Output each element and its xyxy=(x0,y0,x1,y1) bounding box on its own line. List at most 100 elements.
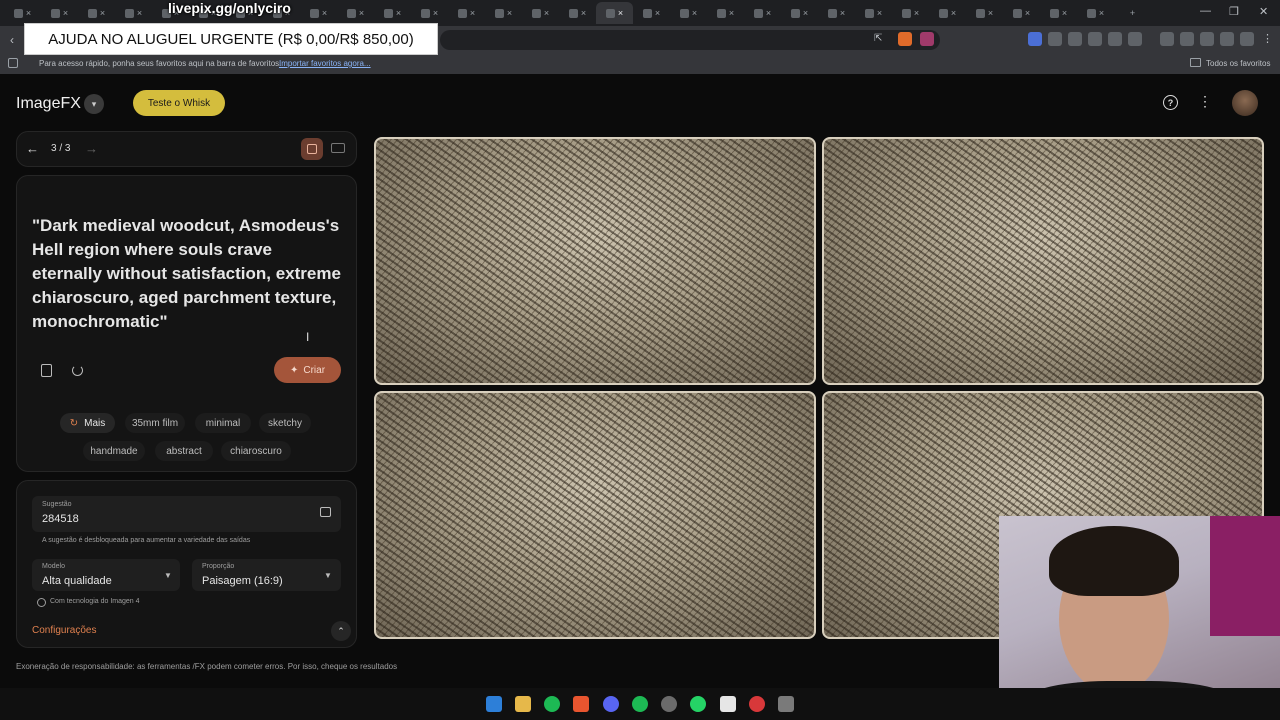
tab-close-icon[interactable]: × xyxy=(433,8,438,18)
generated-image-2[interactable] xyxy=(822,137,1264,385)
brave-shield-icon[interactable] xyxy=(898,32,912,46)
browser-tab[interactable]: × xyxy=(4,2,41,24)
browser-tab[interactable]: × xyxy=(929,2,966,24)
browser-tab[interactable]: × xyxy=(818,2,855,24)
extension-icon[interactable] xyxy=(1028,32,1042,46)
browser-tab[interactable]: × xyxy=(411,2,448,24)
new-tab-button[interactable]: + xyxy=(1114,2,1151,24)
tab-close-icon[interactable]: × xyxy=(322,8,327,18)
extension-icon[interactable] xyxy=(1048,32,1062,46)
tab-close-icon[interactable]: × xyxy=(618,8,623,18)
browser-tab[interactable]: × xyxy=(115,2,152,24)
spotify-icon[interactable] xyxy=(632,696,648,712)
tab-close-icon[interactable]: × xyxy=(988,8,993,18)
suggestion-chip[interactable]: chiaroscuro xyxy=(221,441,291,461)
browser-tab[interactable]: × xyxy=(670,2,707,24)
chevron-expand-icon[interactable]: ⌃ xyxy=(331,621,351,641)
share-icon[interactable]: ⇱ xyxy=(874,33,882,44)
create-button[interactable]: ✦ Criar xyxy=(274,357,341,383)
start-menu-icon[interactable] xyxy=(486,696,502,712)
tab-close-icon[interactable]: × xyxy=(729,8,734,18)
brave-rewards-icon[interactable] xyxy=(920,32,934,46)
file-explorer-icon[interactable] xyxy=(515,696,531,712)
tab-close-icon[interactable]: × xyxy=(655,8,660,18)
calculator-icon[interactable] xyxy=(778,696,794,712)
tab-close-icon[interactable]: × xyxy=(100,8,105,18)
browser-tab[interactable]: × xyxy=(633,2,670,24)
browser-tab[interactable]: × xyxy=(781,2,818,24)
capcut-icon[interactable] xyxy=(720,696,736,712)
browser-menu-icon[interactable]: ⋮ xyxy=(1262,32,1273,45)
browser-tab[interactable]: × xyxy=(892,2,929,24)
try-whisk-button[interactable]: Teste o Whisk xyxy=(133,90,225,116)
tab-close-icon[interactable]: × xyxy=(840,8,845,18)
brave-browser-icon[interactable] xyxy=(573,696,589,712)
prompt-text[interactable]: "Dark medieval woodcut, Asmodeus's Hell … xyxy=(32,214,342,334)
tab-close-icon[interactable]: × xyxy=(692,8,697,18)
chevron-down-icon[interactable]: ▼ xyxy=(324,571,332,580)
browser-tab[interactable]: × xyxy=(522,2,559,24)
browser-tab[interactable]: × xyxy=(1040,2,1077,24)
suggestion-chip[interactable]: handmade xyxy=(83,441,145,461)
seed-value[interactable]: 284518 xyxy=(42,513,79,525)
discord-icon[interactable] xyxy=(603,696,619,712)
browser-tab[interactable]: × xyxy=(41,2,78,24)
extension-icon[interactable] xyxy=(1128,32,1142,46)
arrow-left-icon[interactable]: ← xyxy=(26,141,39,156)
browser-tab[interactable]: × xyxy=(337,2,374,24)
minimize-icon[interactable]: — xyxy=(1200,5,1211,17)
browser-tab[interactable]: × xyxy=(744,2,781,24)
avatar[interactable] xyxy=(1232,90,1258,116)
close-window-icon[interactable]: ✕ xyxy=(1259,5,1268,18)
maximize-icon[interactable]: ❐ xyxy=(1229,5,1239,18)
tab-close-icon[interactable]: × xyxy=(137,8,142,18)
tab-close-icon[interactable]: × xyxy=(359,8,364,18)
help-icon[interactable]: ? xyxy=(1163,95,1178,110)
all-favorites-button[interactable]: Todos os favoritos xyxy=(1206,59,1270,68)
more-options-icon[interactable]: ⋮ xyxy=(1198,93,1212,110)
browser-tab-active[interactable]: × xyxy=(596,2,633,24)
tab-close-icon[interactable]: × xyxy=(877,8,882,18)
import-bookmarks-link[interactable]: Importar favoritos agora... xyxy=(279,59,371,68)
copy-icon[interactable] xyxy=(41,364,52,377)
extension-icon[interactable] xyxy=(1088,32,1102,46)
tab-close-icon[interactable]: × xyxy=(26,8,31,18)
generated-image-1[interactable] xyxy=(374,137,816,385)
tab-close-icon[interactable]: × xyxy=(544,8,549,18)
browser-tab[interactable]: × xyxy=(448,2,485,24)
back-icon[interactable]: ‹ xyxy=(10,33,14,47)
tab-close-icon[interactable]: × xyxy=(1062,8,1067,18)
tab-close-icon[interactable]: × xyxy=(581,8,586,18)
tab-close-icon[interactable]: × xyxy=(396,8,401,18)
tab-close-icon[interactable]: × xyxy=(507,8,512,18)
wallet-icon[interactable] xyxy=(1200,32,1214,46)
settings-app-icon[interactable] xyxy=(661,696,677,712)
browser-tab[interactable]: × xyxy=(485,2,522,24)
chevron-down-icon[interactable]: ▼ xyxy=(164,571,172,580)
suggestion-chip[interactable]: sketchy xyxy=(259,413,311,433)
browser-tab[interactable]: × xyxy=(1077,2,1114,24)
extension-icon[interactable] xyxy=(1068,32,1082,46)
browser-tab[interactable]: × xyxy=(78,2,115,24)
single-view-icon[interactable] xyxy=(331,143,345,153)
browser-tab[interactable]: × xyxy=(966,2,1003,24)
extension-icon[interactable] xyxy=(1108,32,1122,46)
whatsapp-icon[interactable] xyxy=(690,696,706,712)
more-chips-button[interactable]: ↻ Mais xyxy=(60,413,115,433)
grid-view-toggle[interactable] xyxy=(301,138,323,160)
tab-close-icon[interactable]: × xyxy=(470,8,475,18)
chevron-down-icon[interactable]: ▾ xyxy=(84,94,104,114)
tab-close-icon[interactable]: × xyxy=(951,8,956,18)
browser-tab[interactable]: × xyxy=(374,2,411,24)
browser-tab[interactable]: × xyxy=(559,2,596,24)
arrow-right-icon[interactable]: → xyxy=(85,141,98,156)
unlock-icon[interactable] xyxy=(320,507,331,517)
reset-icon[interactable] xyxy=(72,365,83,376)
vpn-icon[interactable] xyxy=(1240,32,1254,46)
download-icon[interactable] xyxy=(1160,32,1174,46)
browser-tab[interactable]: × xyxy=(300,2,337,24)
leo-ai-icon[interactable] xyxy=(1220,32,1234,46)
tab-close-icon[interactable]: × xyxy=(1025,8,1030,18)
tab-close-icon[interactable]: × xyxy=(766,8,771,18)
tab-close-icon[interactable]: × xyxy=(803,8,808,18)
